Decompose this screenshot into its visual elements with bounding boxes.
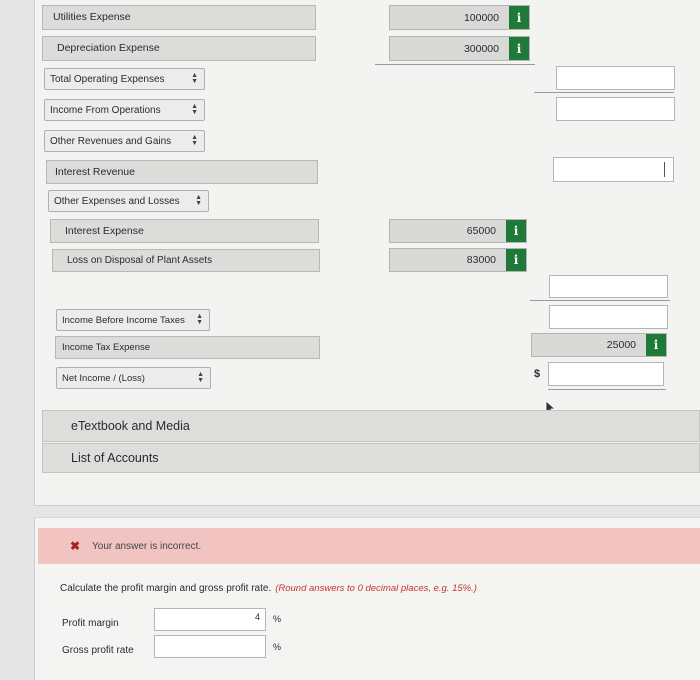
total-rule: [534, 92, 674, 93]
chevron-updown-icon: ▲ ▼: [191, 103, 198, 116]
incorrect-feedback-bar: ✖ Your answer is incorrect.: [38, 528, 700, 564]
subtotal-rule: [375, 64, 535, 65]
etextbook-link[interactable]: eTextbook and Media: [42, 410, 700, 442]
currency-symbol: $: [534, 368, 541, 380]
interest-revenue-label: Interest Revenue: [46, 160, 318, 184]
utilities-expense-value: 100000 i: [389, 5, 530, 30]
question-prompt: Calculate the profit margin and gross pr…: [60, 582, 272, 594]
income-tax-expense-label: Income Tax Expense: [55, 336, 320, 359]
other-revenues-label: Other Revenues and Gains: [50, 135, 172, 147]
profit-margin-value: 4: [254, 612, 260, 622]
income-tax-expense-value: 25000 i: [531, 333, 667, 357]
loss-on-disposal-amount: 83000: [466, 254, 496, 266]
question-instruction: (Round answers to 0 decimal places, e.g.…: [275, 582, 477, 594]
depreciation-expense-amount: 300000: [463, 42, 499, 55]
income-tax-expense-amount: 25000: [606, 339, 636, 351]
total-rule: [530, 300, 670, 301]
chevron-updown-icon: ▲ ▼: [191, 72, 198, 85]
etextbook-label: eTextbook and Media: [71, 419, 190, 433]
other-expenses-select[interactable]: Other Expenses and Losses ▲ ▼: [48, 190, 209, 212]
info-icon[interactable]: i: [509, 6, 529, 29]
percent-sign: %: [273, 642, 282, 652]
other-revenues-select[interactable]: Other Revenues and Gains ▲ ▼: [44, 130, 205, 152]
info-icon[interactable]: i: [506, 220, 526, 242]
chevron-updown-icon: ▲ ▼: [191, 134, 198, 147]
gross-profit-rate-input[interactable]: [154, 635, 266, 658]
list-of-accounts-label: List of Accounts: [71, 451, 159, 465]
incorrect-feedback-text: Your answer is incorrect.: [92, 540, 202, 552]
other-expenses-label: Other Expenses and Losses: [54, 195, 180, 207]
net-income-input[interactable]: [548, 362, 664, 386]
percent-sign: %: [273, 614, 282, 624]
text-cursor: [664, 162, 665, 177]
total-operating-expenses-select[interactable]: Total Operating Expenses ▲ ▼: [44, 68, 205, 90]
loss-on-disposal-value: 83000 i: [389, 248, 527, 272]
income-before-taxes-label: Income Before Income Taxes: [62, 314, 185, 326]
income-before-taxes-input[interactable]: [549, 305, 668, 329]
utilities-expense-label: Utilities Expense: [42, 5, 316, 30]
net-income-select[interactable]: Net Income / (Loss) ▲ ▼: [56, 367, 211, 389]
list-of-accounts-link[interactable]: List of Accounts: [42, 443, 700, 473]
question-text: Calculate the profit margin and gross pr…: [60, 580, 660, 596]
income-before-taxes-select[interactable]: Income Before Income Taxes ▲ ▼: [56, 309, 210, 331]
net-income-label: Net Income / (Loss): [62, 372, 145, 384]
total-operating-expenses-label: Total Operating Expenses: [50, 73, 165, 85]
info-icon[interactable]: i: [509, 37, 529, 60]
interest-expense-value: 65000 i: [389, 219, 527, 243]
depreciation-expense-label: Depreciation Expense: [42, 36, 316, 61]
info-icon[interactable]: i: [646, 334, 666, 356]
loss-on-disposal-label: Loss on Disposal of Plant Assets: [52, 249, 320, 272]
interest-expense-label: Interest Expense: [50, 219, 319, 243]
info-icon[interactable]: i: [506, 249, 526, 271]
chevron-updown-icon: ▲ ▼: [195, 194, 202, 207]
utilities-expense-amount: 100000: [463, 11, 499, 24]
total-operating-expenses-input[interactable]: [556, 66, 675, 90]
profit-margin-input[interactable]: 4: [154, 608, 266, 631]
x-mark-icon: ✖: [70, 539, 81, 553]
gross-profit-rate-label: Gross profit rate: [62, 644, 134, 656]
chevron-updown-icon: ▲ ▼: [197, 371, 204, 384]
chevron-updown-icon: ▲ ▼: [196, 313, 203, 326]
double-rule-top: [548, 389, 666, 390]
profit-margin-label: Profit margin: [62, 617, 119, 629]
income-from-operations-input[interactable]: [556, 97, 675, 121]
interest-expense-amount: 65000: [466, 225, 496, 237]
income-from-operations-label: Income From Operations: [50, 104, 161, 116]
depreciation-expense-value: 300000 i: [389, 36, 530, 61]
income-from-operations-select[interactable]: Income From Operations ▲ ▼: [44, 99, 205, 121]
interest-revenue-input[interactable]: [553, 157, 674, 182]
other-expenses-total-input[interactable]: [549, 275, 668, 298]
